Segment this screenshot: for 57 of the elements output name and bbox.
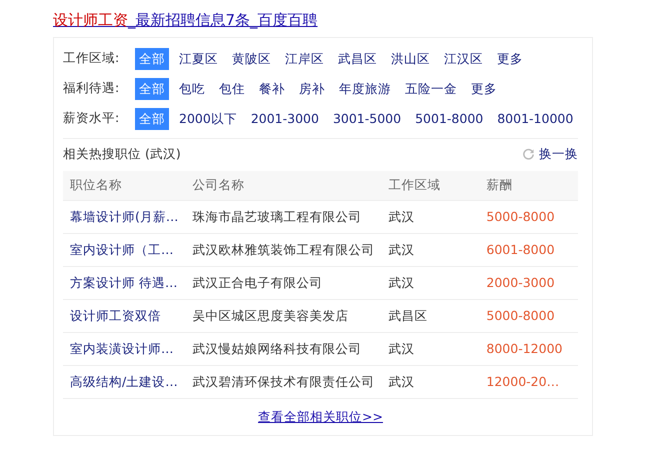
column-header: 公司名称 — [185, 170, 382, 200]
filter-option[interactable]: 更多 — [467, 78, 501, 100]
table-cell: 武汉 — [381, 332, 480, 366]
filter-label: 工作区域: — [63, 49, 120, 68]
filter-option[interactable]: 黄陂区 — [228, 48, 275, 70]
filter-option[interactable]: 全部 — [135, 48, 169, 70]
filter-option[interactable]: 更多 — [493, 48, 527, 70]
filter-option[interactable]: 餐补 — [255, 78, 289, 100]
job-title-link[interactable]: 设计师工资双倍 — [70, 308, 161, 323]
job-title-link[interactable]: 室内装潢设计师… — [70, 340, 174, 356]
section-heading: 相关热搜职位 (武汉) — [63, 145, 181, 164]
salary-cell: 5000-8000 — [479, 200, 578, 234]
salary-cell: 8000-12000 — [479, 332, 578, 366]
table-cell: 武汉慢姑娘网络科技有限公司 — [185, 332, 382, 366]
filter-option[interactable]: 包吃 — [175, 78, 209, 100]
filter-option[interactable]: 洪山区 — [387, 48, 434, 70]
table-cell: 武汉 — [381, 366, 480, 398]
filter-option[interactable]: 房补 — [295, 78, 329, 100]
filter-option[interactable]: 全部 — [135, 78, 169, 100]
column-header: 薪酬 — [479, 170, 578, 200]
filter-label: 薪资水平: — [63, 109, 120, 128]
salary-cell: 2000-3000 — [479, 266, 578, 300]
table-cell: 武昌区 — [381, 300, 480, 332]
job-title-link[interactable]: 方案设计师 待遇… — [70, 274, 178, 290]
table-cell: 珠海市晶艺玻璃工程有限公司 — [185, 200, 382, 234]
table-cell: 武汉 — [381, 200, 480, 234]
filter-option[interactable]: 全部 — [135, 108, 169, 130]
column-header: 工作区域 — [381, 170, 480, 200]
job-title-link[interactable]: 幕墙设计师(月薪… — [70, 208, 178, 224]
refresh-icon — [522, 148, 535, 161]
table-cell: 武汉正合电子有限公司 — [185, 266, 382, 300]
filter-option[interactable]: 五险一金 — [401, 78, 461, 100]
table-cell: 武汉 — [381, 266, 480, 300]
filter-option[interactable]: 武昌区 — [334, 48, 381, 70]
filter-option[interactable]: 5001-8000 — [411, 108, 488, 130]
filter-label: 福利待遇: — [63, 79, 120, 98]
table-cell: 武汉碧清环保技术有限责任公司 — [185, 366, 382, 398]
filter-option[interactable]: 包住 — [215, 78, 249, 100]
filter-option[interactable]: 2000以下 — [175, 108, 241, 130]
filter-option[interactable]: 2001-3000 — [246, 108, 323, 130]
filter-option[interactable]: 江汉区 — [440, 48, 487, 70]
table-cell: 吴中区城区思度美容美发店 — [185, 300, 382, 332]
filter-option[interactable]: 3001-5000 — [328, 108, 406, 130]
table-cell: 武汉 — [381, 234, 480, 266]
refresh-link[interactable]: 换一换 — [539, 145, 578, 164]
job-title-link[interactable]: 室内设计师（工… — [70, 242, 174, 257]
filter-option[interactable]: 8001-10000 — [493, 108, 578, 130]
filter-option[interactable]: 年度旅游 — [335, 78, 395, 100]
job-title-link[interactable]: 高级结构/土建设… — [70, 374, 178, 389]
filter-option[interactable]: 江夏区 — [175, 48, 222, 70]
salary-cell: 6001-8000 — [479, 234, 578, 266]
salary-cell: 12000-20… — [479, 366, 578, 398]
salary-cell: 5000-8000 — [479, 300, 578, 332]
table-cell: 武汉欧林雅筑装饰工程有限公司 — [185, 234, 382, 266]
filter-option[interactable]: 江岸区 — [281, 48, 328, 70]
view-all-link[interactable]: 查看全部相关职位>> — [258, 409, 383, 424]
column-header: 职位名称 — [63, 170, 186, 200]
